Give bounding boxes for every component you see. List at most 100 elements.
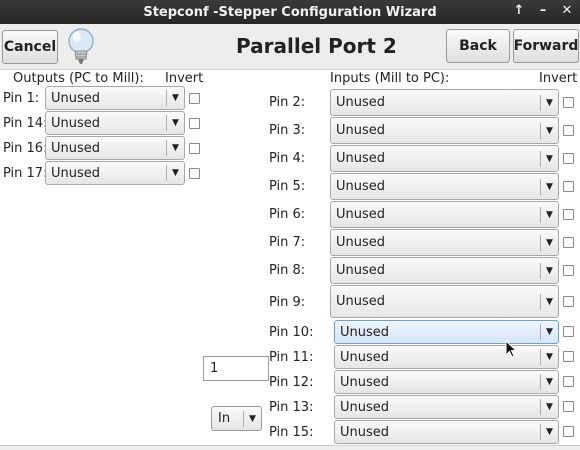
input-pin-combo[interactable]: Unused ▼ bbox=[330, 145, 559, 172]
output-pin-combo[interactable]: Unused ▼ bbox=[45, 86, 185, 110]
dropdown-arrow-icon: ▼ bbox=[540, 294, 558, 310]
window-title: Stepconf -Stepper Configuration Wizard bbox=[143, 4, 437, 20]
output-pin-label: Pin 14: bbox=[3, 116, 48, 131]
output-pin-combo[interactable]: Unused ▼ bbox=[45, 161, 185, 185]
combo-value: Unused bbox=[336, 179, 386, 194]
combo-value: Unused bbox=[51, 115, 101, 131]
maximize-icon[interactable]: ↑ bbox=[512, 3, 526, 18]
input-pin-combo[interactable]: Unused ▼ bbox=[334, 320, 559, 344]
outputs-heading: Outputs (PC to Mill): bbox=[13, 71, 144, 86]
input-pin-label: Pin 13: bbox=[269, 400, 314, 415]
forward-button[interactable]: Forward bbox=[513, 29, 579, 63]
invert-checkbox[interactable] bbox=[189, 143, 200, 154]
minimize-icon[interactable]: – bbox=[536, 3, 550, 18]
combo-value: Unused bbox=[336, 95, 386, 110]
invert-checkbox[interactable] bbox=[563, 426, 574, 437]
input-pin-label: Pin 12: bbox=[269, 375, 314, 390]
input-pin-label: Pin 11: bbox=[269, 350, 314, 365]
wizard-header: Cancel Parallel Port 2 Back Forward bbox=[0, 24, 580, 70]
input-pin-label: Pin 3: bbox=[269, 123, 306, 138]
port-address-input[interactable]: 1 bbox=[203, 356, 269, 381]
dropdown-arrow-icon: ▼ bbox=[540, 123, 558, 139]
input-pin-combo[interactable]: Unused ▼ bbox=[334, 370, 559, 394]
invert-checkbox[interactable] bbox=[563, 97, 574, 108]
output-pin-combo[interactable]: Unused ▼ bbox=[45, 136, 185, 160]
invert-checkbox[interactable] bbox=[563, 265, 574, 276]
input-pin-combo[interactable]: Unused ▼ bbox=[334, 395, 559, 419]
dropdown-arrow-icon: ▼ bbox=[540, 207, 558, 223]
invert-checkbox[interactable] bbox=[563, 237, 574, 248]
input-pin-label: Pin 9: bbox=[269, 295, 306, 310]
combo-value: Unused bbox=[340, 374, 390, 390]
dropdown-arrow-icon: ▼ bbox=[540, 349, 558, 365]
input-pin-combo[interactable]: Unused ▼ bbox=[330, 285, 559, 318]
input-pin-combo[interactable]: Unused ▼ bbox=[330, 201, 559, 228]
invert-checkbox[interactable] bbox=[189, 118, 200, 129]
input-pin-combo[interactable]: Unused ▼ bbox=[330, 229, 559, 256]
invert-checkbox[interactable] bbox=[563, 125, 574, 136]
input-pin-label: Pin 10: bbox=[269, 325, 314, 340]
combo-value: Unused bbox=[340, 424, 390, 440]
invert-checkbox[interactable] bbox=[563, 401, 574, 412]
invert-checkbox[interactable] bbox=[563, 376, 574, 387]
input-pin-combo[interactable]: Unused ▼ bbox=[330, 117, 559, 144]
invert-checkbox[interactable] bbox=[563, 326, 574, 337]
dropdown-arrow-icon: ▼ bbox=[540, 95, 558, 111]
input-pin-combo[interactable]: Unused ▼ bbox=[334, 420, 559, 444]
mouse-pointer-icon bbox=[505, 340, 517, 358]
output-pin-label: Pin 17: bbox=[3, 166, 48, 181]
combo-value: Unused bbox=[336, 263, 386, 278]
lightbulb-icon bbox=[68, 28, 94, 64]
invert-checkbox[interactable] bbox=[563, 351, 574, 362]
combo-value: Unused bbox=[336, 207, 386, 222]
combo-value: Unused bbox=[336, 235, 386, 250]
input-pin-label: Pin 7: bbox=[269, 235, 306, 250]
invert-checkbox[interactable] bbox=[563, 296, 574, 307]
cancel-button[interactable]: Cancel bbox=[2, 30, 58, 64]
invert-checkbox[interactable] bbox=[563, 209, 574, 220]
invert-checkbox[interactable] bbox=[563, 181, 574, 192]
dropdown-arrow-icon: ▼ bbox=[540, 179, 558, 195]
dropdown-arrow-icon: ▼ bbox=[540, 235, 558, 251]
combo-value: Unused bbox=[336, 123, 386, 138]
dropdown-arrow-icon: ▼ bbox=[540, 424, 558, 440]
invert-checkbox[interactable] bbox=[563, 153, 574, 164]
page-title: Parallel Port 2 bbox=[236, 34, 397, 58]
input-pin-label: Pin 15: bbox=[269, 425, 314, 440]
dropdown-arrow-icon: ▼ bbox=[540, 374, 558, 390]
input-pin-label: Pin 8: bbox=[269, 263, 306, 278]
input-pin-combo[interactable]: Unused ▼ bbox=[330, 257, 559, 284]
close-icon[interactable]: ✕ bbox=[560, 3, 574, 18]
dropdown-arrow-icon: ▼ bbox=[166, 115, 184, 131]
invert-checkbox[interactable] bbox=[189, 93, 200, 104]
output-pin-combo[interactable]: Unused ▼ bbox=[45, 111, 185, 135]
combo-value: Unused bbox=[340, 349, 390, 365]
invert-checkbox[interactable] bbox=[189, 168, 200, 179]
dropdown-arrow-icon: ▼ bbox=[166, 140, 184, 156]
direction-value: In bbox=[218, 411, 231, 426]
outputs-invert-heading: Invert bbox=[165, 71, 204, 86]
combo-value: Unused bbox=[340, 324, 390, 340]
combo-value: Unused bbox=[336, 294, 386, 309]
input-pin-combo[interactable]: Unused ▼ bbox=[330, 89, 559, 116]
direction-combo[interactable]: In ▼ bbox=[211, 406, 262, 431]
window-controls: ↑ – ✕ bbox=[512, 3, 574, 18]
port-address-value: 1 bbox=[210, 361, 219, 376]
dropdown-arrow-icon: ▼ bbox=[540, 151, 558, 167]
inputs-heading: Inputs (Mill to PC): bbox=[330, 71, 450, 86]
dropdown-arrow-icon: ▼ bbox=[540, 263, 558, 279]
back-button[interactable]: Back bbox=[446, 29, 510, 63]
window-titlebar: Stepconf -Stepper Configuration Wizard ↑… bbox=[0, 0, 580, 24]
dropdown-arrow-icon: ▼ bbox=[540, 324, 558, 340]
input-pin-combo[interactable]: Unused ▼ bbox=[334, 345, 559, 369]
dropdown-arrow-icon: ▼ bbox=[540, 399, 558, 415]
input-pin-label: Pin 2: bbox=[269, 95, 306, 110]
combo-value: Unused bbox=[51, 90, 101, 106]
input-pin-combo[interactable]: Unused ▼ bbox=[330, 173, 559, 200]
input-pin-label: Pin 6: bbox=[269, 207, 306, 222]
input-pin-label: Pin 5: bbox=[269, 179, 306, 194]
combo-value: Unused bbox=[340, 399, 390, 415]
inputs-invert-heading: Invert bbox=[539, 71, 578, 86]
dropdown-arrow-icon: ▼ bbox=[166, 90, 184, 106]
combo-value: Unused bbox=[336, 151, 386, 166]
